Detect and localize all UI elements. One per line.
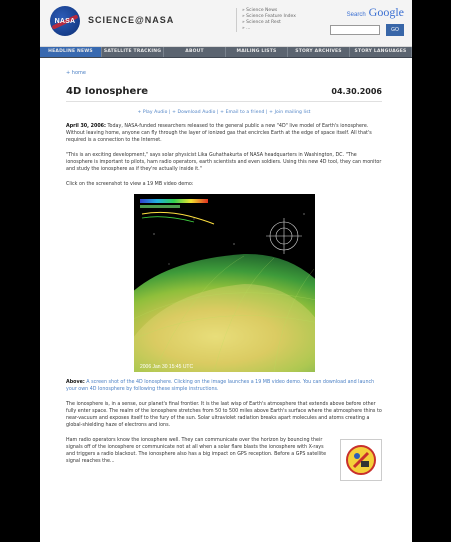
site-header: NASA SCIENCE@NASA » Science News » Scien…	[40, 0, 412, 47]
bottom-section: Ham radio operators know the ionosphere …	[66, 437, 382, 481]
paragraph-4: The ionosphere is, in a sense, our plane…	[66, 402, 382, 428]
ionosphere-globe-image: 2006 Jan 30 15:45 UTC	[133, 194, 315, 372]
dateline: April 30, 2006:	[66, 124, 106, 129]
breadcrumb[interactable]: + home	[66, 70, 86, 76]
google-logo: Search Google	[347, 5, 404, 20]
image-caption: Above: A screen shot of the 4D Ionospher…	[66, 379, 382, 393]
nav-item-story-languages[interactable]: STORY LANGUAGES	[350, 47, 412, 57]
header-link[interactable]: » ...	[242, 26, 322, 32]
nav-item-headline-news[interactable]: HEADLINE NEWS	[40, 47, 102, 57]
header-links: » Science News » Science Feature Index »…	[236, 8, 322, 32]
ionosphere-video-thumbnail[interactable]: 2006 Jan 30 15:45 UTC	[133, 194, 315, 372]
paragraph-1: April 30, 2006: Today, NASA-funded resea…	[66, 123, 382, 144]
search-box: Search Google GO	[328, 5, 404, 41]
title-row: 4D Ionosphere 04.30.2006	[66, 86, 382, 102]
caption-label: Above:	[66, 380, 85, 385]
main-nav: HEADLINE NEWS SATELLITE TRACKING ABOUT M…	[40, 47, 412, 58]
paragraph-5: Ham radio operators know the ionosphere …	[66, 438, 327, 464]
nav-item-about[interactable]: ABOUT	[164, 47, 226, 57]
nav-item-mailing-lists[interactable]: MAILING LISTS	[226, 47, 288, 57]
page-title: 4D Ionosphere	[66, 86, 149, 97]
search-go-button[interactable]: GO	[386, 24, 404, 36]
nav-item-story-archives[interactable]: STORY ARCHIVES	[288, 47, 350, 57]
nav-item-satellite-tracking[interactable]: SATELLITE TRACKING	[102, 47, 164, 57]
video-timestamp: 2006 Jan 30 15:45 UTC	[140, 364, 193, 370]
article-actions[interactable]: + Play Audio | + Download Audio | + Emai…	[66, 110, 382, 115]
browser-page: NASA SCIENCE@NASA » Science News » Scien…	[40, 0, 412, 542]
paragraph-3: Click on the screenshot to view a 19 MB …	[66, 182, 194, 187]
google-label-search: Search	[346, 12, 366, 18]
paragraph-1-text: Today, NASA-funded researchers released …	[66, 124, 372, 143]
site-title[interactable]: SCIENCE@NASA	[88, 15, 174, 25]
logo-text: NASA	[54, 17, 76, 25]
page-date: 04.30.2006	[331, 87, 382, 96]
search-input[interactable]	[330, 25, 380, 35]
paragraph-2: "This is an exciting development," says …	[66, 153, 382, 172]
caption-text[interactable]: A screen shot of the 4D Ionosphere. Clic…	[66, 380, 374, 392]
ham-radio-icon	[346, 445, 376, 475]
google-label-brand: Google	[368, 5, 404, 19]
article: 4D Ionosphere 04.30.2006 + Play Audio | …	[66, 86, 382, 481]
nasa-logo[interactable]: NASA	[50, 6, 80, 36]
ham-radio-image[interactable]	[340, 439, 382, 481]
